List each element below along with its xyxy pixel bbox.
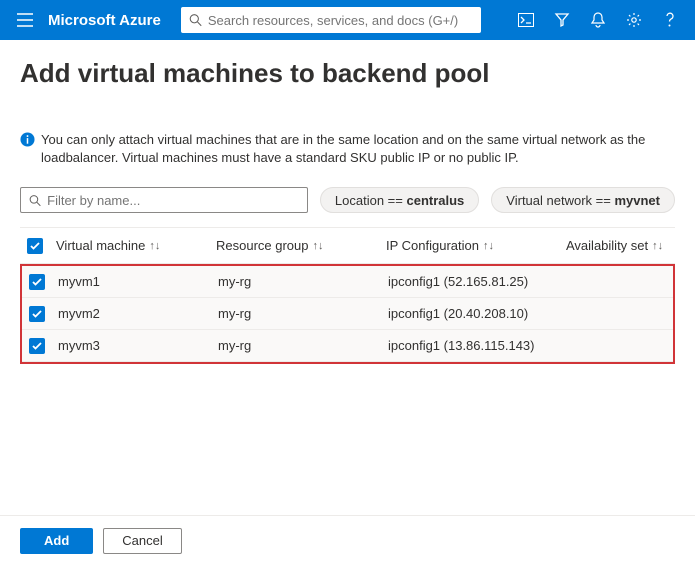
row-checkbox[interactable] [29,306,45,322]
info-banner: You can only attach virtual machines tha… [0,97,695,177]
column-vm[interactable]: Virtual machine ↑↓ [50,238,210,253]
column-label: Resource group [216,238,309,253]
brand-label: Microsoft Azure [42,12,175,29]
table-row[interactable]: myvm3 my-rg ipconfig1 (13.86.115.143) [22,330,673,362]
cell-vm: myvm1 [52,274,212,289]
vm-table: Virtual machine ↑↓ Resource group ↑↓ IP Co… [20,227,675,364]
info-text: You can only attach virtual machines tha… [41,131,675,167]
help-icon[interactable] [653,0,687,40]
info-icon [20,132,35,152]
top-bar: Microsoft Azure [0,0,695,40]
table-header: Virtual machine ↑↓ Resource group ↑↓ IP Co… [20,228,675,264]
cancel-button[interactable]: Cancel [103,528,181,554]
cell-rg: my-rg [212,274,382,289]
page-title: Add virtual machines to backend pool [0,40,695,97]
row-checkbox[interactable] [29,274,45,290]
chip-value: myvnet [614,193,660,208]
select-all-checkbox[interactable] [20,238,50,254]
vnet-filter-chip[interactable]: Virtual network == myvnet [491,187,675,213]
rows-highlight: myvm1 my-rg ipconfig1 (52.165.81.25) myv… [20,264,675,364]
search-icon [189,13,202,27]
sort-icon: ↑↓ [652,240,663,252]
cell-ip: ipconfig1 (20.40.208.10) [382,306,562,321]
cell-rg: my-rg [212,338,382,353]
column-av[interactable]: Availability set ↑↓ [560,238,675,253]
cell-ip: ipconfig1 (52.165.81.25) [382,274,562,289]
column-rg[interactable]: Resource group ↑↓ [210,238,380,253]
column-label: Virtual machine [56,238,145,253]
cell-vm: myvm2 [52,306,212,321]
notifications-icon[interactable] [581,0,615,40]
settings-icon[interactable] [617,0,651,40]
global-search-input[interactable] [208,13,473,28]
location-filter-chip[interactable]: Location == centralus [320,187,479,213]
row-checkbox[interactable] [29,338,45,354]
search-icon [29,194,41,207]
sort-icon: ↑↓ [313,240,324,252]
chip-label: Virtual network == [506,193,611,208]
sort-icon: ↑↓ [483,240,494,252]
cell-ip: ipconfig1 (13.86.115.143) [382,338,562,353]
chip-label: Location == [335,193,403,208]
table-row[interactable]: myvm2 my-rg ipconfig1 (20.40.208.10) [22,298,673,330]
name-filter[interactable] [20,187,308,213]
footer-bar: Add Cancel [0,515,695,565]
cell-vm: myvm3 [52,338,212,353]
menu-icon[interactable] [8,0,42,40]
table-row[interactable]: myvm1 my-rg ipconfig1 (52.165.81.25) [22,266,673,298]
filter-row: Location == centralus Virtual network ==… [0,177,695,221]
add-button[interactable]: Add [20,528,93,554]
name-filter-input[interactable] [47,193,299,208]
sort-icon: ↑↓ [149,240,160,252]
cloud-shell-icon[interactable] [509,0,543,40]
global-search[interactable] [181,7,481,33]
chip-value: centralus [406,193,464,208]
column-label: IP Configuration [386,238,479,253]
column-label: Availability set [566,238,648,253]
column-ip[interactable]: IP Configuration ↑↓ [380,238,560,253]
directory-filter-icon[interactable] [545,0,579,40]
cell-rg: my-rg [212,306,382,321]
